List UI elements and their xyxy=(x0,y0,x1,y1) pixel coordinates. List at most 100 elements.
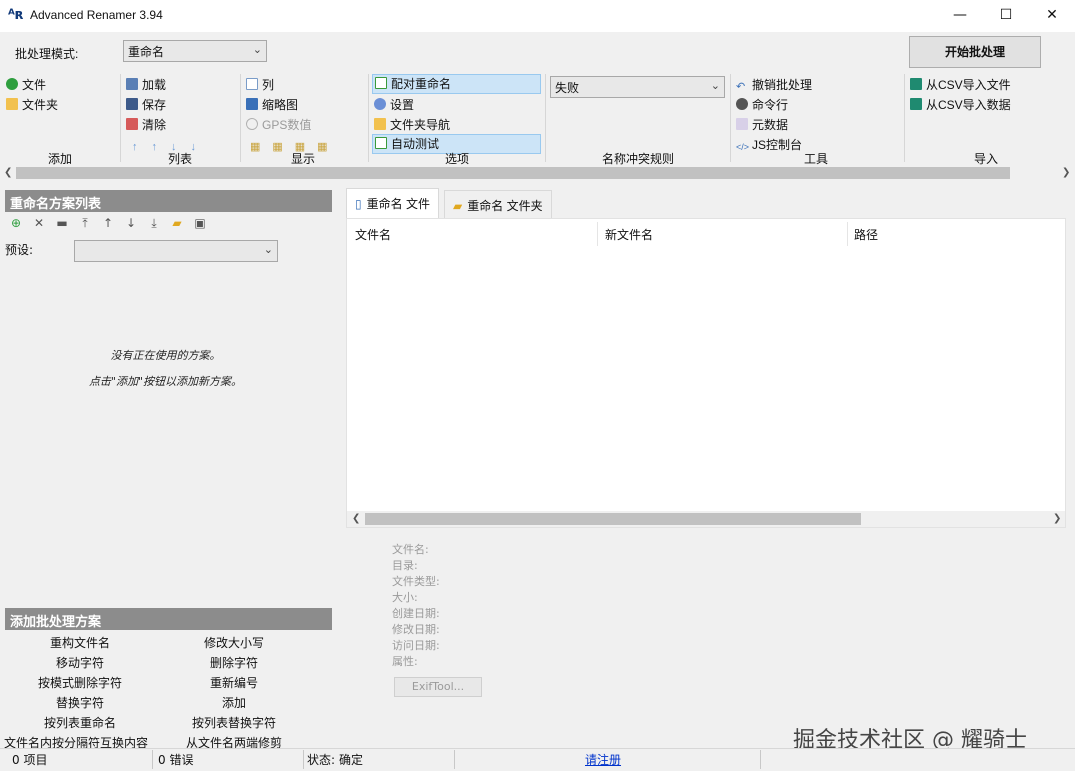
method-replace-chars[interactable]: 替换字符 xyxy=(0,693,160,713)
column-header-filename[interactable]: 文件名 xyxy=(355,226,391,243)
method-swap-separator[interactable]: 文件名内按分隔符互换内容 xyxy=(4,733,154,748)
code-icon: </> xyxy=(736,142,750,152)
undo-batch-button[interactable]: ↶ 撤销批处理 xyxy=(736,76,812,94)
scroll-right-icon[interactable]: ❯ xyxy=(1053,512,1061,526)
group-label-options: 选项 xyxy=(444,152,469,166)
add-method-icon[interactable]: ⊕ xyxy=(9,216,23,230)
method-list-rename[interactable]: 按列表重命名 xyxy=(0,713,160,733)
gear-icon xyxy=(374,98,386,110)
scrollbar-thumb[interactable] xyxy=(365,513,861,525)
scrollbar-thumb[interactable] xyxy=(16,167,1010,179)
tab-rename-files[interactable]: ▯ 重命名 文件 xyxy=(346,188,439,218)
scroll-right-icon[interactable]: ❯ xyxy=(1062,166,1070,180)
import-csv-files-button[interactable]: 从CSV导入文件 xyxy=(910,76,1011,94)
info-filename-label: 文件名: xyxy=(392,543,429,556)
columns-button[interactable]: 列 xyxy=(246,76,274,94)
add-method-header: 添加批处理方案 xyxy=(5,608,332,630)
batch-mode-select[interactable]: 重命名 ⌄ xyxy=(123,40,267,62)
group-label-conflict: 名称冲突规则 xyxy=(601,152,674,166)
delete-icon[interactable]: ✕ xyxy=(32,216,46,230)
status-divider xyxy=(454,750,455,769)
save-button[interactable]: 保存 xyxy=(126,96,166,114)
clear-button[interactable]: 清除 xyxy=(126,116,166,134)
thumbnails-button[interactable]: 缩略图 xyxy=(246,96,298,114)
move-bottom-icon[interactable]: ⤓ xyxy=(147,216,161,231)
settings-button[interactable]: 设置 xyxy=(374,96,414,114)
group-divider xyxy=(545,74,546,162)
status-error-count: 0 错误 xyxy=(158,753,194,767)
move-top-icon[interactable]: ⤒ xyxy=(78,216,92,231)
column-divider[interactable] xyxy=(597,222,598,246)
move-up-icon[interactable]: ↑ xyxy=(101,216,115,230)
group-label-import: 导入 xyxy=(973,152,998,166)
file-list-scrollbar[interactable]: ❮ ❯ xyxy=(347,511,1065,527)
columns-icon xyxy=(246,78,258,90)
status-divider xyxy=(303,750,304,769)
file-list[interactable] xyxy=(346,218,1066,528)
save-icon[interactable]: ▣ xyxy=(193,216,207,230)
csv-icon xyxy=(910,98,922,110)
method-list-replace[interactable]: 按列表替换字符 xyxy=(154,713,314,733)
start-batch-button[interactable]: 开始批处理 xyxy=(909,36,1041,68)
chevron-down-icon: ⌄ xyxy=(252,43,262,56)
minimize-button[interactable]: — xyxy=(937,0,983,30)
folder-navigation-button[interactable]: 文件夹导航 xyxy=(374,116,450,134)
group-divider xyxy=(904,74,905,162)
import-csv-data-button[interactable]: 从CSV导入数据 xyxy=(910,96,1011,114)
method-restructure-filename[interactable]: 重构文件名 xyxy=(0,633,160,653)
method-renumber[interactable]: 重新编号 xyxy=(154,673,314,693)
empty-methods-hint: 点击"添加"按钮以添加新方案。 xyxy=(88,375,243,388)
save-icon xyxy=(126,98,138,110)
group-label-tools: 工具 xyxy=(803,152,828,166)
method-trim[interactable]: 从文件名两端修剪 xyxy=(154,733,314,748)
maximize-button[interactable]: ☐ xyxy=(983,0,1029,30)
gps-values-button[interactable]: GPS数值 xyxy=(246,116,311,134)
group-label-add: 添加 xyxy=(47,152,72,166)
info-filetype-label: 文件类型: xyxy=(392,575,440,588)
command-line-button[interactable]: 命令行 xyxy=(736,96,788,114)
group-label-list: 列表 xyxy=(167,152,192,166)
column-header-path[interactable]: 路径 xyxy=(854,226,878,243)
pair-rename-toggle[interactable]: 配对重命名 xyxy=(372,74,541,94)
column-header-new-filename[interactable]: 新文件名 xyxy=(605,226,653,243)
method-delete-pattern[interactable]: 按模式删除字符 xyxy=(0,673,160,693)
scroll-left-icon[interactable]: ❮ xyxy=(4,166,12,180)
info-size-label: 大小: xyxy=(392,591,418,604)
open-folder-icon[interactable]: ▰ xyxy=(170,216,184,230)
metadata-button[interactable]: 元数据 xyxy=(736,116,788,134)
group-label-display: 显示 xyxy=(290,152,315,166)
close-button[interactable]: ✕ xyxy=(1029,0,1075,30)
move-down-icon[interactable]: ↓ xyxy=(124,216,138,230)
empty-methods-message: 没有正在使用的方案。 xyxy=(110,349,221,362)
add-folders-button[interactable]: 文件夹 xyxy=(6,96,58,114)
register-link[interactable]: 请注册 xyxy=(585,751,621,769)
method-delete-chars[interactable]: 删除字符 xyxy=(154,653,314,673)
gps-icon xyxy=(246,118,258,130)
name-conflict-value: 失败 xyxy=(555,81,580,95)
method-change-case[interactable]: 修改大小写 xyxy=(154,633,314,653)
group-divider xyxy=(730,74,731,162)
method-move-chars[interactable]: 移动字符 xyxy=(0,653,160,673)
method-add[interactable]: 添加 xyxy=(154,693,314,713)
info-created-label: 创建日期: xyxy=(392,607,440,620)
column-divider[interactable] xyxy=(847,222,848,246)
preset-label: 预设: xyxy=(5,243,34,257)
info-modified-label: 修改日期: xyxy=(392,623,440,636)
exiftool-button[interactable]: ExifTool... xyxy=(394,677,482,697)
info-attributes-label: 属性: xyxy=(392,655,418,668)
name-conflict-select[interactable]: 失败 ⌄ xyxy=(550,76,725,98)
preset-select[interactable]: ⌄ xyxy=(74,240,278,262)
add-files-button[interactable]: 文件 xyxy=(6,76,46,94)
ribbon-scrollbar[interactable]: ❮ ❯ xyxy=(0,166,1075,180)
scroll-left-icon[interactable]: ❮ xyxy=(352,512,360,526)
chevron-down-icon: ⌄ xyxy=(710,79,720,92)
tab-rename-folders[interactable]: ▰ 重命名 文件夹 xyxy=(444,190,552,218)
info-accessed-label: 访问日期: xyxy=(392,639,440,652)
js-console-button[interactable]: </> JS控制台 xyxy=(736,136,802,154)
chevron-down-icon: ⌄ xyxy=(263,243,273,256)
undo-icon: ↶ xyxy=(736,81,746,93)
eraser-icon[interactable]: ▬ xyxy=(55,216,69,230)
info-directory-label: 目录: xyxy=(392,559,418,572)
load-button[interactable]: 加载 xyxy=(126,76,166,94)
checkbox-checked-icon xyxy=(375,137,387,149)
